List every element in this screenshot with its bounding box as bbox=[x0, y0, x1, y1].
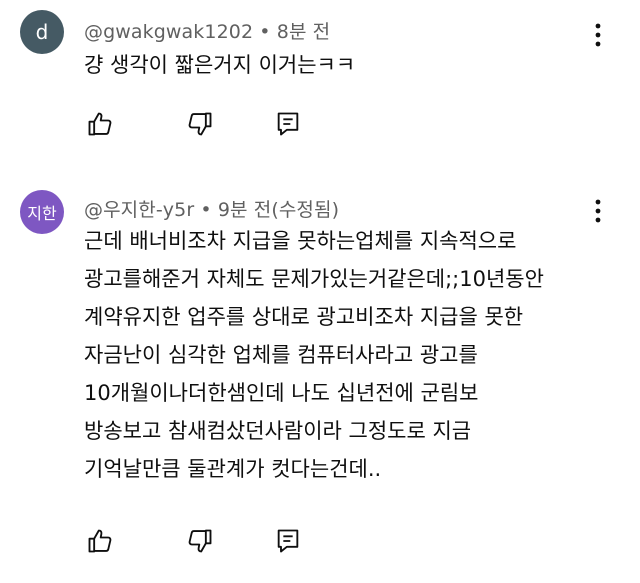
comment-1-meta: @gwakgwak1202 • 8분 전 bbox=[84, 17, 330, 44]
comment-1-time: 8분 전 bbox=[276, 21, 331, 43]
more-vertical-icon bbox=[595, 199, 601, 223]
comment-2-dislike-button[interactable] bbox=[184, 525, 216, 557]
comment-1-dislike-button[interactable] bbox=[184, 108, 216, 140]
thumbs-down-icon bbox=[188, 112, 212, 136]
comment-2-line: 방송보고 참새컴샀던사람이라 그정도로 지금 bbox=[84, 419, 472, 443]
comment-2-avatar-letter: 지한 bbox=[27, 204, 57, 223]
comment-2-author[interactable]: @우지한-y5r bbox=[84, 199, 194, 221]
comment-2-reply-button[interactable] bbox=[272, 525, 304, 557]
comment-1: d @gwakgwak1202 • 8분 전 걍 생각이 짧은거지 이거는ㅋㅋ bbox=[0, 0, 640, 160]
meta-separator: • bbox=[200, 199, 212, 221]
more-vertical-icon bbox=[595, 23, 601, 47]
comment-2: 지한 @우지한-y5r • 9분 전(수정됨) 근데 배너비조차 지급을 못하는… bbox=[0, 180, 640, 583]
comment-2-line: 자금난이 심각한 업체를 컴퓨터사라고 광고를 bbox=[84, 343, 478, 367]
comment-2-line: 10개월이나더한샘인데 나도 십년전에 군림보 bbox=[84, 381, 479, 405]
comment-1-text: 걍 생각이 짧은거지 이거는ㅋㅋ bbox=[84, 46, 355, 84]
comment-1-avatar-letter: d bbox=[35, 20, 49, 44]
comment-2-line: 근데 배너비조차 지급을 못하는업체를 지속적으로 bbox=[84, 229, 517, 253]
comment-2-meta: @우지한-y5r • 9분 전(수정됨) bbox=[84, 195, 339, 222]
comment-1-avatar[interactable]: d bbox=[20, 10, 64, 54]
comment-1-reply-button[interactable] bbox=[272, 108, 304, 140]
comment-2-line: 광고를해준거 자체도 문제가있는거같은데;;10년동안 bbox=[84, 267, 544, 291]
comment-1-line: 걍 생각이 짧은거지 이거는ㅋㅋ bbox=[84, 53, 356, 77]
comment-2-time: 9분 전(수정됨) bbox=[217, 199, 340, 221]
reply-comment-icon bbox=[277, 529, 299, 553]
comment-2-text: 근데 배너비조차 지급을 못하는업체를 지속적으로 광고를해준거 자체도 문제가… bbox=[84, 222, 544, 488]
comment-2-more-button[interactable] bbox=[586, 196, 610, 226]
comment-1-author[interactable]: @gwakgwak1202 bbox=[84, 21, 253, 43]
comment-1-more-button[interactable] bbox=[586, 20, 610, 50]
thumbs-down-icon bbox=[188, 529, 212, 553]
thumbs-up-icon bbox=[88, 529, 112, 553]
comment-2-line: 기억날만큼 둘관계가 컷다는건데.. bbox=[84, 457, 382, 481]
comment-2-line: 계약유지한 업주를 상대로 광고비조차 지급을 못한 bbox=[84, 305, 524, 329]
comment-2-avatar[interactable]: 지한 bbox=[20, 190, 64, 234]
comment-1-like-button[interactable] bbox=[84, 108, 116, 140]
comment-2-like-button[interactable] bbox=[84, 525, 116, 557]
reply-comment-icon bbox=[277, 112, 299, 136]
meta-separator: • bbox=[259, 21, 271, 43]
thumbs-up-icon bbox=[88, 112, 112, 136]
